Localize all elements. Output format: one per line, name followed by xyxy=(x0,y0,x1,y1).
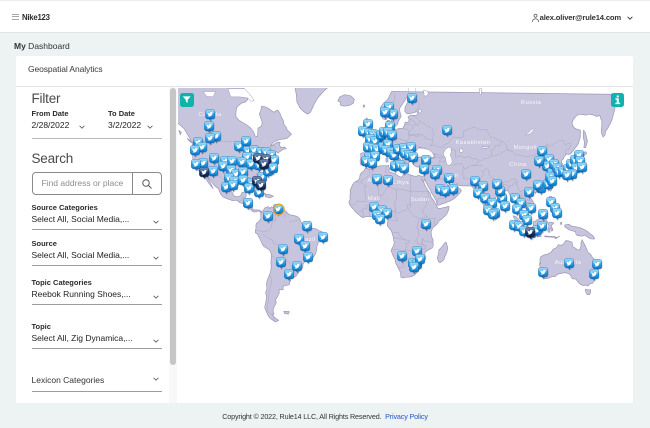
svg-text:Mongolia: Mongolia xyxy=(513,145,540,151)
svg-text:Sudan: Sudan xyxy=(410,197,429,203)
svg-text:Libya: Libya xyxy=(393,180,409,186)
svg-text:Kazakhstan: Kazakhstan xyxy=(456,140,491,146)
svg-text:China: China xyxy=(509,162,527,168)
svg-text:Russia: Russia xyxy=(521,100,542,106)
svg-text:Mali: Mali xyxy=(368,196,380,202)
